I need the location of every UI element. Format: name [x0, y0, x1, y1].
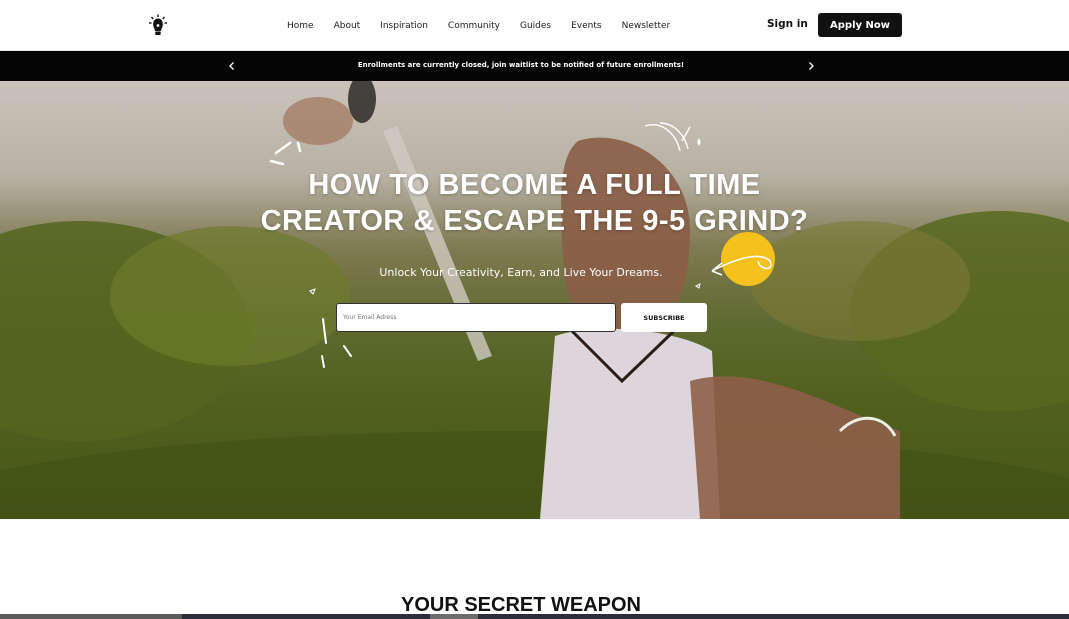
lightbulb-logo-icon[interactable] — [148, 14, 168, 36]
subscribe-button[interactable]: SUBSCRIBE — [621, 303, 707, 332]
hero-title-line-2: CREATOR & ESCAPE THE 9-5 GRIND? — [260, 205, 809, 237]
hero-title-line-1: HOW TO BECOME A FULL TIME — [308, 169, 761, 201]
apply-now-button[interactable]: Apply Now — [818, 13, 902, 37]
next-section-preview — [0, 614, 1069, 619]
announcement-bar: Enrollments are currently closed, join w… — [0, 51, 1069, 81]
nav-newsletter[interactable]: Newsletter — [622, 21, 671, 31]
nav-about[interactable]: About — [334, 21, 361, 31]
nav-home[interactable]: Home — [287, 21, 314, 31]
chevron-right-icon[interactable] — [803, 57, 819, 75]
main-nav: Home About Inspiration Community Guides … — [287, 21, 690, 31]
nav-events[interactable]: Events — [571, 21, 601, 31]
site-header: Home About Inspiration Community Guides … — [0, 0, 1069, 51]
preview-block-center — [430, 614, 478, 619]
nav-inspiration[interactable]: Inspiration — [380, 21, 428, 31]
preview-block-left — [0, 614, 182, 619]
sign-in-link[interactable]: Sign in — [767, 18, 808, 30]
nav-guides[interactable]: Guides — [520, 21, 551, 31]
hero-banner: HOW TO BECOME A FULL TIME CREATOR & ESCA… — [0, 81, 1069, 519]
email-input[interactable] — [336, 303, 616, 332]
hero-background-image — [0, 81, 1069, 519]
hero-subtitle: Unlock Your Creativity, Earn, and Live Y… — [379, 266, 663, 279]
announcement-text: Enrollments are currently closed, join w… — [357, 61, 685, 69]
hero-title: HOW TO BECOME A FULL TIME CREATOR & ESCA… — [0, 167, 1069, 239]
nav-community[interactable]: Community — [448, 21, 500, 31]
